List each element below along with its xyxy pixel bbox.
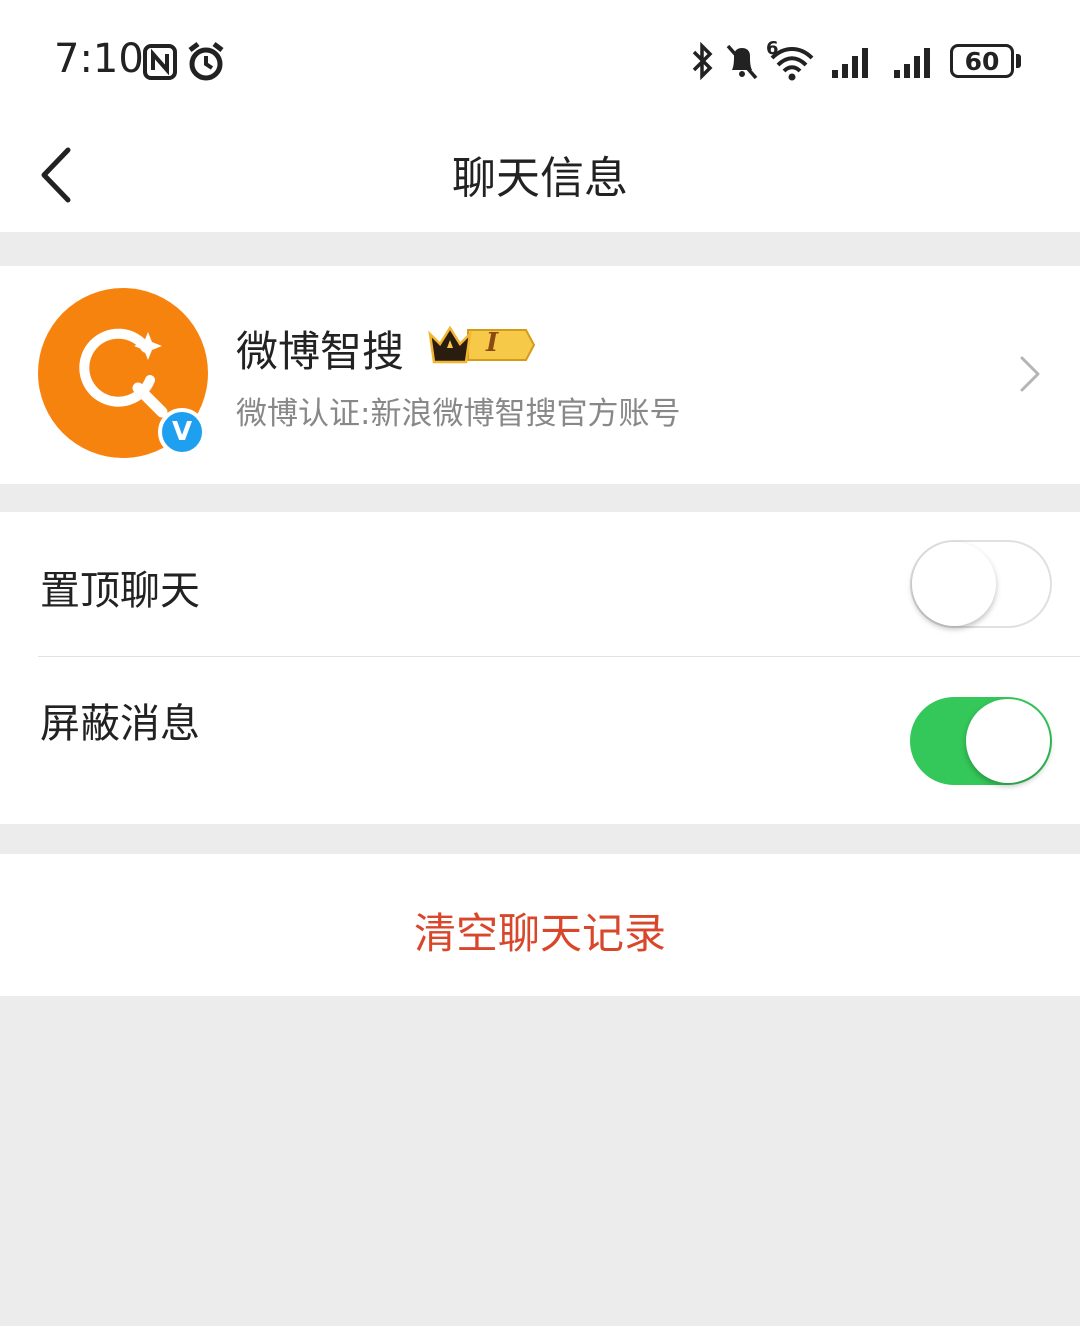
- battery-icon: 60: [950, 44, 1014, 78]
- alarm-icon: [188, 42, 224, 81]
- setting-label-pin-chat: 置顶聊天: [40, 568, 200, 614]
- verified-badge: V: [158, 408, 206, 456]
- battery-tip: [1016, 54, 1021, 68]
- network-type-label: 6: [766, 38, 779, 59]
- block-messages-toggle[interactable]: [910, 697, 1052, 785]
- clear-history-button[interactable]: 清空聊天记录: [0, 900, 1080, 961]
- status-time: 7:10: [54, 36, 144, 82]
- page-title: 聊天信息: [452, 153, 628, 204]
- status-bar: 7:10 6 60: [0, 0, 1080, 118]
- pin-chat-toggle[interactable]: [910, 540, 1052, 628]
- settings-group: 置顶聊天 屏蔽消息: [0, 512, 1080, 824]
- bell-muted-icon: [726, 44, 758, 80]
- crown-icon: [428, 325, 536, 364]
- nav-header: 聊天信息: [0, 118, 1080, 232]
- setting-row-pin-chat: 置顶聊天: [0, 512, 1080, 657]
- vip-level: I: [486, 328, 499, 358]
- vip-crown-badge: I: [426, 322, 536, 368]
- battery-level: 60: [964, 46, 1000, 76]
- signal-icon: [832, 48, 868, 78]
- clear-history-section: 清空聊天记录: [0, 854, 1080, 996]
- setting-label-block-messages: 屏蔽消息: [40, 701, 200, 747]
- profile-description: 微博认证:新浪微博智搜官方账号: [236, 396, 681, 432]
- profile-name: 微博智搜: [236, 327, 405, 376]
- chevron-right-icon: [1020, 356, 1040, 392]
- setting-row-block-messages: 屏蔽消息: [0, 657, 1080, 801]
- toggle-knob: [912, 542, 996, 626]
- bluetooth-icon: [692, 41, 713, 81]
- signal-icon-2: [894, 48, 930, 78]
- profile-card[interactable]: V 微博智搜 I 微博认证:新浪微博智搜官方账号: [0, 266, 1080, 484]
- nfc-icon: [143, 44, 177, 80]
- toggle-knob: [966, 699, 1050, 783]
